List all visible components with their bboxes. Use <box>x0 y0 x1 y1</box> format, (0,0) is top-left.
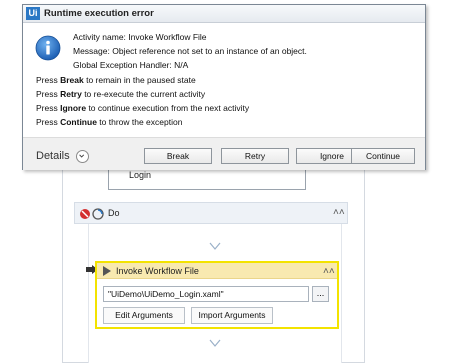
invoke-workflow-title: Invoke Workflow File <box>116 266 199 276</box>
details-label[interactable]: Details <box>36 150 70 162</box>
play-arrow-icon <box>103 266 111 276</box>
break-button[interactable]: Break <box>144 148 212 164</box>
chevron-down-icon <box>79 154 85 158</box>
continue-button[interactable]: Continue <box>351 148 415 164</box>
drop-target-arrow-icon <box>209 242 221 250</box>
drop-target-arrow-icon <box>209 339 221 347</box>
login-activity-label: Login <box>129 170 152 180</box>
import-arguments-button[interactable]: Import Arguments <box>191 307 273 324</box>
uipath-logo-icon: Ui <box>26 7 40 20</box>
details-expand-button[interactable] <box>76 150 89 163</box>
error-breakpoint-icon <box>80 208 104 220</box>
do-scope-header[interactable]: Do ˄˄ <box>74 202 348 224</box>
instruction-continue: Press Continue to throw the exception <box>36 117 183 127</box>
runtime-error-dialog: Ui Runtime execution error Activity name… <box>22 4 426 170</box>
workflow-path-input[interactable]: "UiDemo\UiDemo_Login.xaml" <box>103 286 309 302</box>
dialog-titlebar[interactable]: Ui Runtime execution error <box>23 5 425 23</box>
info-icon <box>35 35 61 61</box>
activity-name-text: Activity name: Invoke Workflow File <box>73 32 207 42</box>
do-scope-label: Do <box>108 208 120 218</box>
error-message-text: Message: Object reference not set to an … <box>73 46 307 56</box>
collapse-workflow-icon[interactable]: ˄˄ <box>323 267 335 277</box>
invoke-workflow-activity[interactable]: Invoke Workflow File ˄˄ "UiDemo\UiDemo_L… <box>95 261 339 329</box>
instruction-break: Press Break to remain in the paused stat… <box>36 75 196 85</box>
dialog-footer: Details Break Retry Ignore Continue <box>23 137 425 170</box>
invoke-workflow-header[interactable]: Invoke Workflow File ˄˄ <box>97 263 337 279</box>
edit-arguments-button[interactable]: Edit Arguments <box>103 307 185 324</box>
collapse-do-icon[interactable]: ˄˄ <box>333 208 345 218</box>
exception-handler-text: Global Exception Handler: N/A <box>73 60 189 70</box>
instruction-retry: Press Retry to re-execute the current ac… <box>36 89 206 99</box>
dialog-title: Runtime execution error <box>44 8 154 19</box>
retry-button[interactable]: Retry <box>221 148 289 164</box>
browse-file-button[interactable]: ... <box>312 286 329 302</box>
instruction-ignore: Press Ignore to continue execution from … <box>36 103 250 113</box>
